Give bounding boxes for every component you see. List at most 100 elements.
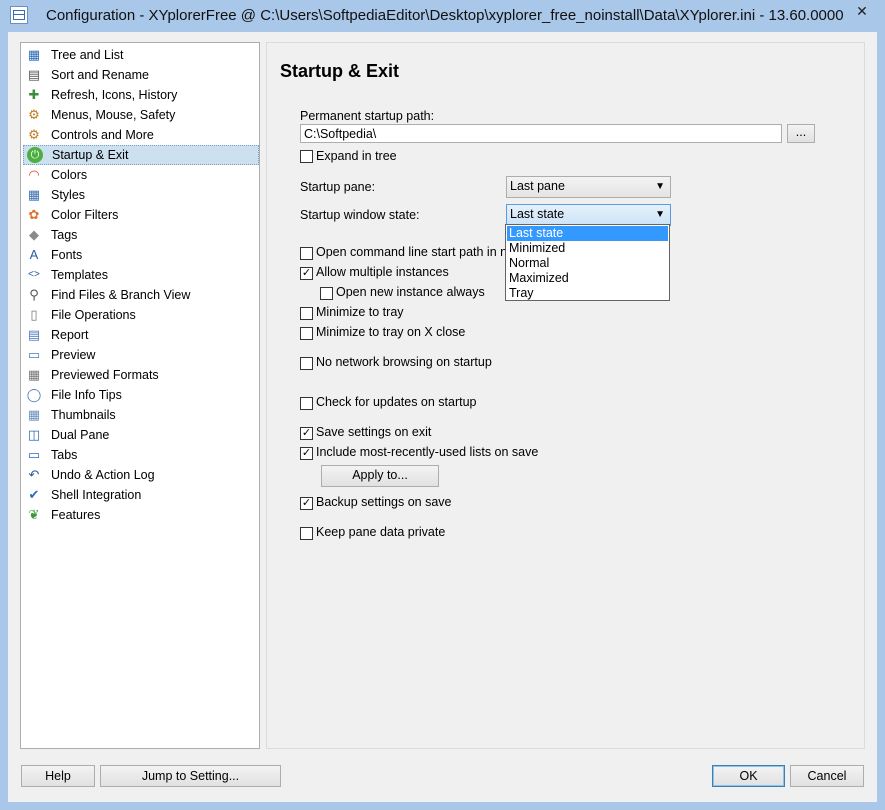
preview-formats-icon: ▦: [27, 367, 41, 382]
report-icon: ▤: [27, 327, 41, 342]
sidebar-item-controls-and-more[interactable]: ⚙ Controls and More: [23, 125, 259, 145]
sidebar-item-styles[interactable]: ▦ Styles: [23, 185, 259, 205]
sidebar-item-label: Refresh, Icons, History: [51, 88, 178, 102]
power-icon: ⏻: [27, 147, 43, 163]
minimize-tray-close-checkbox[interactable]: [300, 327, 313, 340]
refresh-icon: ✚: [28, 87, 40, 102]
check-updates-label: Check for updates on startup: [316, 395, 477, 409]
dropdown-option[interactable]: Tray: [507, 286, 668, 301]
preview-icon: ▭: [27, 347, 41, 362]
sidebar-item-label: Shell Integration: [51, 488, 142, 502]
allow-multiple-instances-checkbox[interactable]: ✓: [300, 267, 313, 280]
startup-pane-select[interactable]: Last pane ▼: [506, 176, 671, 198]
sidebar-item-label: Find Files & Branch View: [51, 288, 191, 302]
help-button[interactable]: Help: [21, 765, 95, 787]
tabs-icon: ▭: [27, 447, 41, 462]
minimize-to-tray-checkbox[interactable]: [300, 307, 313, 320]
tag-icon: ◆: [29, 227, 39, 242]
browse-button[interactable]: ...: [787, 124, 815, 143]
sidebar-item-label: Templates: [51, 268, 108, 282]
minimize-to-tray-label: Minimize to tray: [316, 305, 404, 319]
sidebar-item-report[interactable]: ▤ Report: [23, 325, 259, 345]
sidebar-item-label: Startup & Exit: [52, 148, 129, 162]
startup-path-input[interactable]: C:\Softpedia\: [300, 124, 782, 143]
sidebar-item-label: Undo & Action Log: [51, 468, 155, 482]
sidebar-item-menus-mouse-safety[interactable]: ⚙ Menus, Mouse, Safety: [23, 105, 259, 125]
app-icon: [10, 6, 28, 24]
settings-category-list[interactable]: ▦ Tree and List ▤ Sort and Rename ✚ Refresh, …: [20, 42, 260, 749]
sidebar-item-label: Controls and More: [51, 128, 154, 142]
keep-pane-private-checkbox[interactable]: [300, 527, 313, 540]
title-bar[interactable]: Configuration - XYplorerFree @ C:\Users\…: [0, 0, 885, 32]
save-settings-checkbox[interactable]: ✓: [300, 427, 313, 440]
sidebar-item-shell-integration[interactable]: ✔ Shell Integration: [23, 485, 259, 505]
rainbow-icon: ◠: [28, 167, 40, 182]
jump-to-setting-button[interactable]: Jump to Setting...: [100, 765, 281, 787]
sidebar-item-tabs[interactable]: ▭ Tabs: [23, 445, 259, 465]
sidebar-item-label: Features: [51, 508, 101, 522]
sidebar-item-startup-exit[interactable]: ⏻ Startup & Exit: [23, 145, 259, 165]
sidebar-item-dual-pane[interactable]: ◫ Dual Pane: [23, 425, 259, 445]
sidebar-item-label: Report: [51, 328, 89, 342]
sidebar-item-tree-and-list[interactable]: ▦ Tree and List: [23, 45, 259, 65]
dropdown-option[interactable]: Maximized: [507, 271, 668, 286]
sidebar-item-file-operations[interactable]: ▯ File Operations: [23, 305, 259, 325]
chevron-down-icon: ▼: [655, 209, 665, 220]
window-title: Configuration - XYplorerFree @ C:\Users\…: [46, 7, 844, 24]
window-state-dropdown-list[interactable]: Last state Minimized Normal Maximized Tr…: [505, 224, 670, 301]
sidebar-item-features[interactable]: ❦ Features: [23, 505, 259, 525]
sidebar-item-sort-and-rename[interactable]: ▤ Sort and Rename: [23, 65, 259, 85]
dual-pane-icon: ◫: [27, 427, 41, 442]
sidebar-item-label: Styles: [51, 188, 86, 202]
checkmark-icon: ✔: [28, 487, 40, 502]
dropdown-option[interactable]: Minimized: [507, 241, 668, 256]
sidebar-item-label: Colors: [51, 168, 88, 182]
sidebar-item-templates[interactable]: <> Templates: [23, 265, 259, 285]
sidebar-item-label: Tree and List: [51, 48, 124, 62]
gear-icon: ⚙: [28, 127, 40, 142]
sidebar-item-preview[interactable]: ▭ Preview: [23, 345, 259, 365]
window-state-select[interactable]: Last state ▼: [506, 204, 671, 226]
minimize-tray-close-label: Minimize to tray on X close: [316, 325, 466, 339]
dropdown-option[interactable]: Last state: [507, 226, 668, 241]
font-icon: A: [29, 247, 39, 262]
thumbnails-icon: ▦: [27, 407, 41, 422]
grid-icon: ▦: [27, 187, 41, 202]
backup-settings-checkbox[interactable]: ✓: [300, 497, 313, 510]
flower-icon: ✿: [28, 207, 40, 222]
dropdown-option[interactable]: Normal: [507, 256, 668, 271]
sidebar-item-fonts[interactable]: A Fonts: [23, 245, 259, 265]
save-settings-label: Save settings on exit: [316, 425, 432, 439]
sort-icon: ▤: [27, 67, 41, 82]
apply-to-button[interactable]: Apply to...: [321, 465, 439, 487]
open-new-instance-label: Open new instance always: [336, 285, 485, 299]
sidebar-item-previewed-formats[interactable]: ▦ Previewed Formats: [23, 365, 259, 385]
sidebar-item-refresh-icons-history[interactable]: ✚ Refresh, Icons, History: [23, 85, 259, 105]
open-cmd-path-checkbox[interactable]: [300, 247, 313, 260]
check-updates-checkbox[interactable]: [300, 397, 313, 410]
search-icon: ⚲: [29, 287, 39, 302]
expand-in-tree-checkbox[interactable]: [300, 150, 313, 163]
configuration-window: Configuration - XYplorerFree @ C:\Users\…: [0, 0, 885, 810]
close-button[interactable]: ✕: [846, 1, 878, 21]
cancel-button[interactable]: Cancel: [790, 765, 864, 787]
no-network-browsing-checkbox[interactable]: [300, 357, 313, 370]
ok-button[interactable]: OK: [712, 765, 785, 787]
code-icon: <>: [28, 269, 40, 280]
sidebar-item-find-files-branch-view[interactable]: ⚲ Find Files & Branch View: [23, 285, 259, 305]
open-new-instance-checkbox[interactable]: [320, 287, 333, 300]
sidebar-item-thumbnails[interactable]: ▦ Thumbnails: [23, 405, 259, 425]
include-mru-checkbox[interactable]: ✓: [300, 447, 313, 460]
window-state-label: Startup window state:: [300, 208, 420, 222]
sidebar-item-file-info-tips[interactable]: ◯ File Info Tips: [23, 385, 259, 405]
sidebar-item-label: Thumbnails: [51, 408, 116, 422]
sidebar-item-color-filters[interactable]: ✿ Color Filters: [23, 205, 259, 225]
dialog-client-area: ▦ Tree and List ▤ Sort and Rename ✚ Refresh, …: [8, 32, 877, 802]
sidebar-item-label: Tabs: [51, 448, 78, 462]
open-cmd-path-label: Open command line start path in ne: [316, 245, 515, 259]
sidebar-item-undo-action-log[interactable]: ↶ Undo & Action Log: [23, 465, 259, 485]
sidebar-item-tags[interactable]: ◆ Tags: [23, 225, 259, 245]
sidebar-item-label: Dual Pane: [51, 428, 110, 442]
sidebar-item-colors[interactable]: ◠ Colors: [23, 165, 259, 185]
page-title: Startup & Exit: [280, 61, 400, 81]
